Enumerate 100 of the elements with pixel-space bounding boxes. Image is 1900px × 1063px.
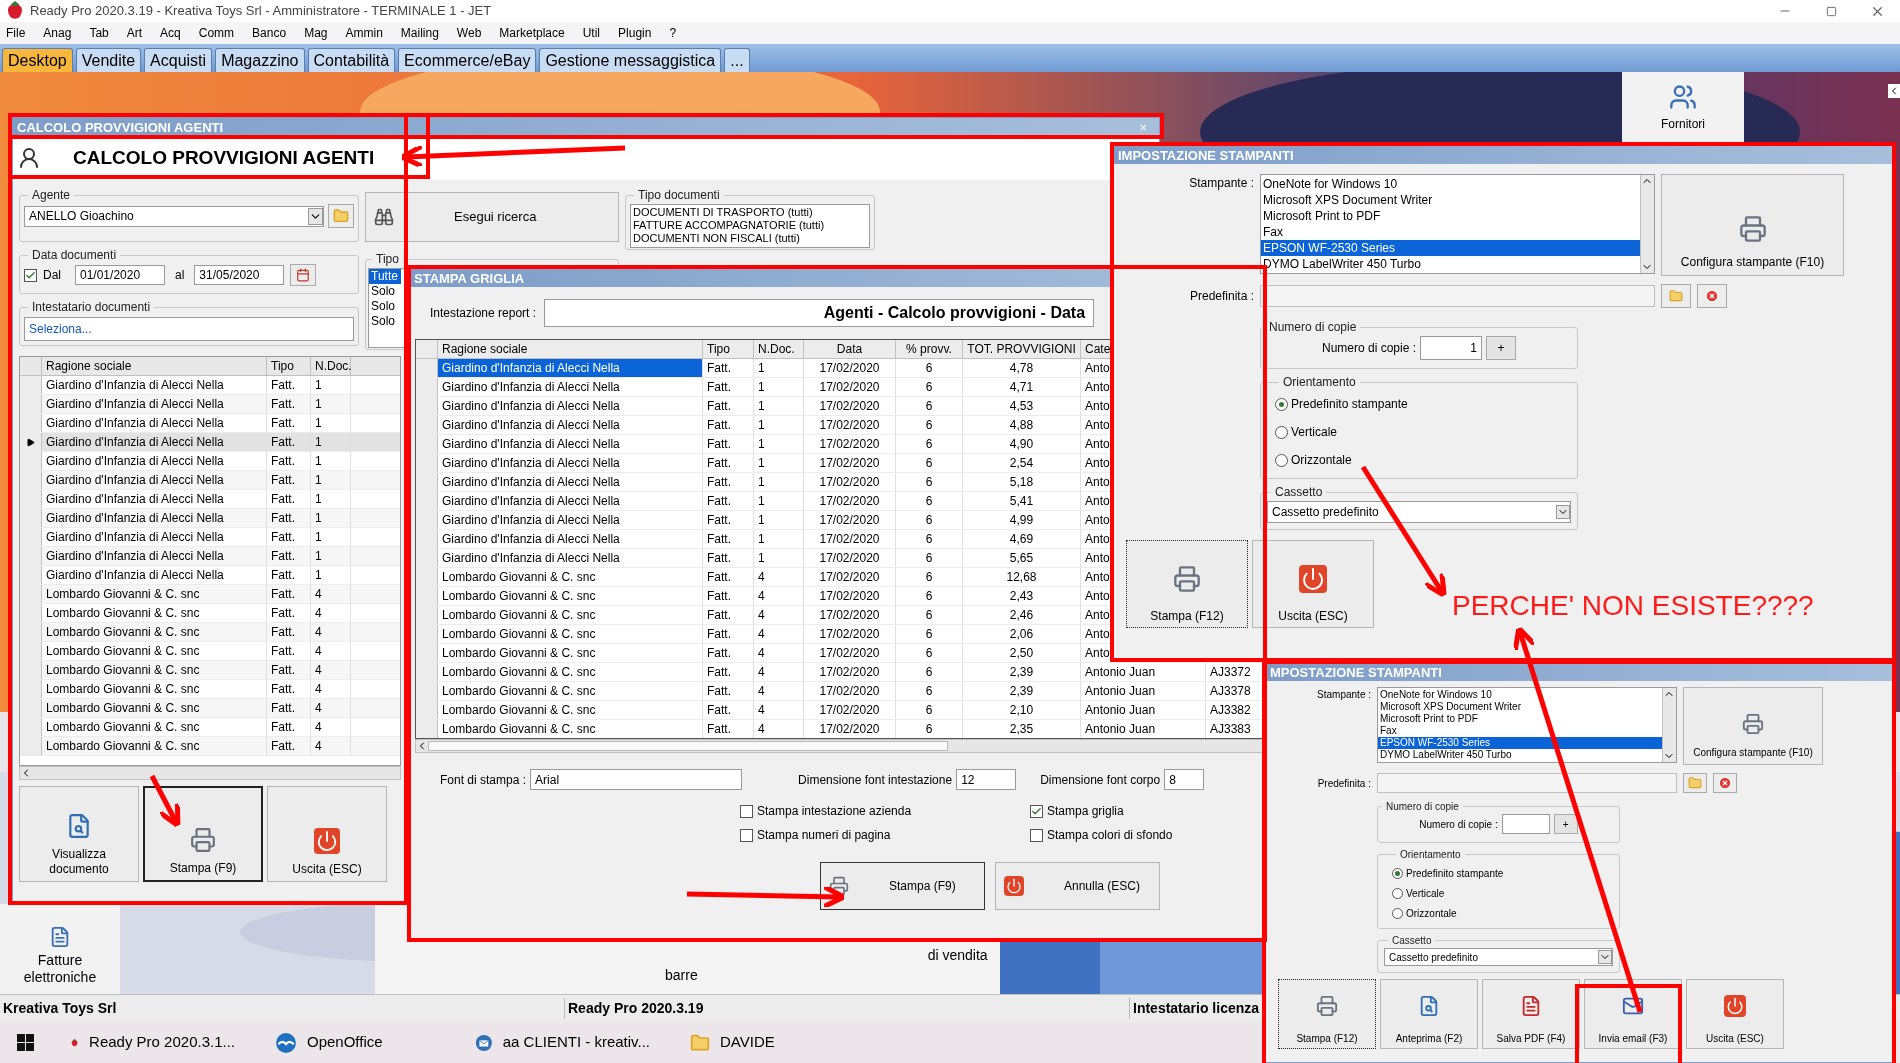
list-item[interactable]: EPSON WF-2530 Series — [1261, 240, 1640, 256]
clear-button[interactable] — [1713, 773, 1737, 793]
list-item[interactable]: OneNote for Windows 10 — [1378, 689, 1662, 701]
checkbox[interactable] — [740, 804, 753, 818]
holder-field[interactable]: Seleziona... — [24, 317, 354, 341]
toolbar-button[interactable]: Visualizza documento — [19, 786, 139, 882]
tab[interactable]: ... — [724, 48, 750, 72]
list-item[interactable]: Solo — [369, 284, 401, 299]
folder-button[interactable] — [1661, 284, 1691, 308]
list-item[interactable]: Solo — [369, 299, 401, 314]
column-header[interactable]: Tipo — [703, 340, 754, 358]
list-item[interactable]: DOCUMENTI NON FISCALI (tutti) — [633, 232, 869, 245]
tab[interactable]: Acquisti — [144, 48, 213, 72]
shortcut-label[interactable]: di vendita — [927, 945, 988, 966]
date-from-field[interactable]: 01/01/2020 — [75, 265, 165, 285]
report-title-field[interactable]: Agenti - Calcolo provvigioni - Data — [544, 299, 1095, 327]
toolbar-button[interactable]: Uscita (ESC) — [1252, 540, 1374, 628]
search-button[interactable]: Esegui ricerca — [365, 192, 619, 242]
configure-printer-button[interactable]: Configura stampante (F10) — [1683, 687, 1823, 765]
tab[interactable]: Ecommerce/eBay — [398, 48, 537, 72]
desktop-shortcut[interactable]: Fornitori — [1622, 72, 1744, 144]
tray-dropdown[interactable]: Cassetto predefinito — [1267, 501, 1571, 523]
menu-item[interactable]: Marketplace — [499, 24, 565, 42]
list-item[interactable]: Microsoft Print to PDF — [1261, 208, 1640, 224]
copies-field[interactable]: 1 — [1420, 336, 1482, 360]
font-field[interactable]: Arial — [530, 769, 743, 790]
agent-dropdown[interactable]: ANELLO Gioachino — [24, 205, 324, 227]
list-item[interactable]: OneNote for Windows 10 — [1261, 176, 1640, 192]
list-item[interactable]: DYMO LabelWriter 450 Turbo — [1378, 749, 1662, 761]
menu-item[interactable]: Mag — [304, 24, 328, 42]
checkbox[interactable] — [24, 268, 37, 282]
tab[interactable]: Vendite — [75, 48, 142, 72]
date-to-field[interactable]: 31/05/2020 — [194, 265, 285, 285]
radio-button[interactable] — [1392, 888, 1403, 899]
header-size-field[interactable]: 12 — [956, 769, 1017, 790]
toolbar-button[interactable]: Salva PDF (F4) — [1482, 979, 1580, 1049]
toolbar-button[interactable]: Uscita (ESC) — [267, 786, 387, 882]
menu-item[interactable]: Web — [456, 24, 482, 42]
list-item[interactable]: Fax — [1378, 725, 1662, 737]
dialog-button[interactable]: Annulla (ESC) — [995, 862, 1160, 910]
menu-item[interactable]: Banco — [252, 24, 287, 42]
tray-dropdown[interactable]: Cassetto predefinito — [1384, 948, 1613, 966]
toolbar-button[interactable]: Stampa (F9) — [143, 786, 263, 882]
menu-item[interactable]: ? — [669, 24, 677, 42]
checkbox[interactable] — [740, 828, 753, 842]
taskbar-item[interactable]: DAVIDE — [670, 1022, 875, 1063]
column-header[interactable]: Tipo — [267, 357, 311, 375]
checkbox[interactable] — [1030, 828, 1043, 842]
column-header[interactable]: N.Doc. — [754, 340, 804, 358]
menu-item[interactable]: Plugin — [618, 24, 652, 42]
taskbar-item[interactable]: aa CLIENTI - kreativ... — [455, 1022, 670, 1063]
configure-printer-button[interactable]: Configura stampante (F10) — [1661, 174, 1844, 276]
calendar-button[interactable] — [290, 264, 317, 286]
toolbar-button[interactable]: Anteprima (F2) — [1380, 979, 1478, 1049]
column-header[interactable]: % provv. — [896, 340, 963, 358]
radio-button[interactable] — [1275, 425, 1288, 439]
radio-button[interactable] — [1392, 908, 1403, 919]
list-item[interactable]: Fax — [1261, 224, 1640, 240]
vertical-scrollbar[interactable] — [1640, 175, 1654, 273]
menu-item[interactable]: File — [6, 24, 26, 42]
horizontal-scrollbar[interactable] — [415, 739, 1265, 753]
menu-item[interactable]: Util — [582, 24, 601, 42]
list-item[interactable]: Microsoft Print to PDF — [1378, 713, 1662, 725]
menu-item[interactable]: Art — [126, 24, 143, 42]
collapse-icon[interactable] — [1888, 84, 1900, 98]
radio-button[interactable] — [1275, 453, 1288, 467]
column-header[interactable]: TOT. PROVVIGIONI — [963, 340, 1081, 358]
taskbar-item[interactable]: OpenOffice — [255, 1022, 455, 1063]
horizontal-scrollbar[interactable] — [19, 766, 401, 780]
default-printer-field[interactable] — [1260, 285, 1655, 307]
vertical-scrollbar[interactable] — [1662, 688, 1676, 762]
list-item[interactable]: Microsoft XPS Document Writer — [1378, 701, 1662, 713]
dialog-button[interactable]: Stampa (F9) — [820, 862, 985, 910]
column-header[interactable]: N.Doc. — [311, 357, 351, 375]
list-item[interactable]: DOCUMENTI DI TRASPORTO (tutti) — [633, 206, 869, 219]
shortcut-label[interactable]: barre — [665, 965, 698, 986]
taskbar-item[interactable]: Ready Pro 2020.3.1... — [50, 1022, 255, 1063]
increment-button[interactable]: + — [1486, 336, 1516, 360]
column-header[interactable]: Ragione sociale — [438, 340, 703, 358]
menu-item[interactable]: Acq — [160, 24, 181, 42]
list-item[interactable]: EPSON WF-2530 Series — [1378, 737, 1662, 749]
column-header[interactable]: Data — [804, 340, 896, 358]
default-printer-field[interactable] — [1377, 773, 1677, 793]
list-item[interactable]: DYMO LabelWriter 450 Turbo — [1261, 256, 1640, 272]
folder-button[interactable] — [328, 204, 354, 228]
increment-button[interactable]: + — [1553, 814, 1578, 834]
menu-item[interactable]: Anag — [43, 24, 72, 42]
tab[interactable]: Magazzino — [215, 48, 305, 72]
folder-button[interactable] — [1683, 773, 1707, 793]
tab[interactable]: Desktop — [2, 48, 73, 72]
menu-item[interactable]: Tab — [89, 24, 109, 42]
column-header[interactable]: Ragione sociale — [42, 357, 267, 375]
clear-button[interactable] — [1697, 284, 1727, 308]
list-item[interactable]: Microsoft XPS Document Writer — [1261, 192, 1640, 208]
toolbar-button[interactable]: Stampa (F12) — [1278, 979, 1376, 1049]
list-item[interactable]: Tutte — [369, 269, 401, 284]
radio-button[interactable] — [1275, 397, 1288, 411]
toolbar-button[interactable]: Uscita (ESC) — [1686, 979, 1784, 1049]
radio-button[interactable] — [1392, 868, 1403, 879]
tab[interactable]: Gestione messaggistica — [539, 48, 722, 72]
